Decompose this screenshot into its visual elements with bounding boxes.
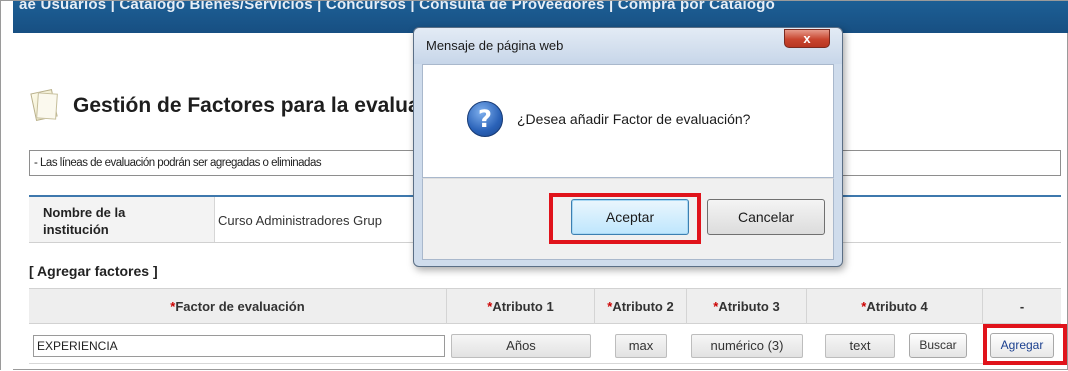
dialog-message: ¿Desea añadir Factor de evaluación?	[517, 111, 751, 127]
nav-links[interactable]: ae Usuarios | Catalogo Bienes/Servicios …	[19, 1, 775, 13]
dialog-titlebar[interactable]: Mensaje de página web x	[414, 28, 842, 64]
header-atributo-3: *Atributo 3	[687, 289, 807, 325]
header-atributo-1: *Atributo 1	[447, 289, 595, 325]
document-icon	[29, 89, 59, 123]
question-icon: ?	[467, 101, 503, 137]
page-title: Gestión de Factores para la evalua	[73, 94, 420, 117]
dialog-title: Mensaje de página web	[426, 38, 564, 53]
section-label: [ Agregar factores ]	[29, 263, 158, 279]
buscar-button[interactable]: Buscar	[909, 333, 967, 358]
cancelar-button[interactable]: Cancelar	[707, 199, 825, 235]
close-icon[interactable]: x	[784, 29, 830, 48]
aceptar-highlight	[549, 193, 701, 244]
institution-label: Nombre de la institución	[43, 204, 163, 238]
agregar-highlight	[983, 324, 1067, 365]
left-margin	[1, 1, 13, 371]
atributo-2-field[interactable]: max	[615, 334, 667, 358]
institution-label-text: Nombre de la institución	[43, 205, 126, 237]
table-row: EXPERIENCIA Años max numérico (3) text B…	[29, 324, 1061, 364]
header-actions: -	[1019, 299, 1025, 314]
header-atributo-2: *Atributo 2	[595, 289, 687, 325]
title-row: Gestión de Factores para la evalua	[29, 86, 420, 126]
table-header: *Factor de evaluación *Atributo 1 *Atrib…	[29, 288, 1061, 325]
page-frame: ae Usuarios | Catalogo Bienes/Servicios …	[0, 0, 1068, 371]
atributo-4-field[interactable]: text	[825, 334, 895, 358]
factor-input[interactable]: EXPERIENCIA	[33, 335, 445, 357]
institution-value: Curso Administradores Grup	[218, 213, 383, 228]
atributo-3-field[interactable]: numérico (3)	[691, 334, 803, 358]
header-atributo-4: *Atributo 4	[807, 289, 983, 325]
atributo-1-field[interactable]: Años	[451, 334, 591, 358]
dialog-body: ? ¿Desea añadir Factor de evaluación?	[422, 64, 834, 178]
header-factor: *Factor de evaluación	[29, 289, 447, 325]
